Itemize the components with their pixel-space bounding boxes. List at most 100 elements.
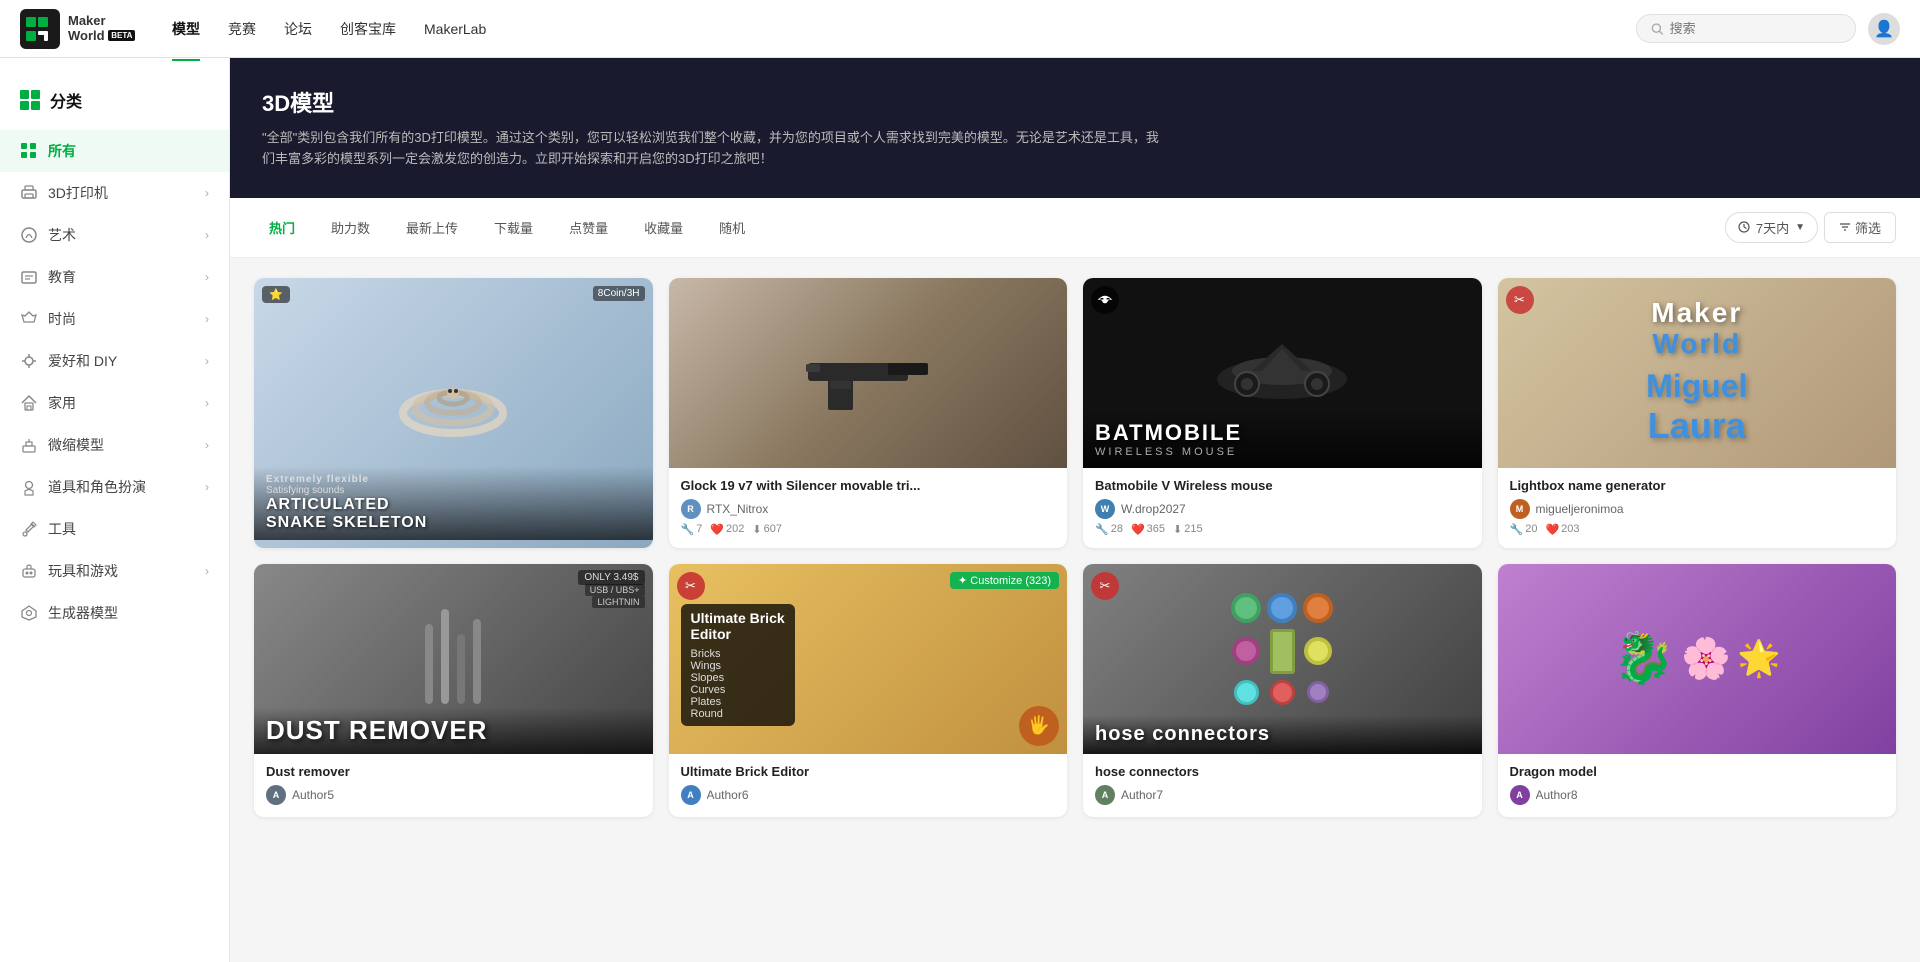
nav-forum[interactable]: 论坛 bbox=[284, 15, 312, 43]
nav-contest[interactable]: 竞赛 bbox=[228, 15, 256, 43]
filter-boost[interactable]: 助力数 bbox=[316, 212, 385, 243]
printer-icon bbox=[20, 184, 38, 202]
card-title-6: Ultimate Brick Editor bbox=[681, 764, 1056, 779]
card-info-5: Dust remover A Author5 bbox=[254, 754, 653, 817]
main-content: 3D模型 "全部"类别包含我们所有的3D打印模型。通过这个类别，您可以轻松浏览我… bbox=[230, 58, 1920, 962]
chevron-right-icon: › bbox=[205, 354, 209, 368]
time-filter-label: 7天内 bbox=[1756, 218, 1789, 237]
search-input[interactable] bbox=[1670, 21, 1841, 36]
card-image-6: ✂ ✦ Customize (323) Ultimate Brick Edito… bbox=[669, 564, 1068, 754]
hearts-stat-4: ❤️ 203 bbox=[1545, 523, 1579, 536]
likes-stat-3: 🔧 28 bbox=[1095, 523, 1123, 536]
time-chevron-icon: ▼ bbox=[1795, 222, 1805, 233]
likes-stat-2: 🔧 7 bbox=[681, 523, 703, 536]
model-card-3[interactable]: BATMOBILE WIRELESS MOUSE bbox=[1083, 278, 1482, 548]
card-meta-4: M migueljeronimoa bbox=[1510, 499, 1885, 519]
filter-random[interactable]: 随机 bbox=[704, 212, 760, 243]
model-grid-container: ⭐ Extremely flexible bbox=[230, 258, 1920, 837]
card-avatar-5: A bbox=[266, 785, 286, 805]
model-card-2[interactable]: Glock 19 v7 with Silencer movable tri...… bbox=[669, 278, 1068, 548]
props-icon bbox=[20, 478, 38, 496]
sidebar-title: 分类 bbox=[0, 78, 229, 122]
chevron-right-icon: › bbox=[205, 312, 209, 326]
model-card-5[interactable]: ONLY 3.49$ USB / UBS+ LIGHTNIN Dust remo… bbox=[254, 564, 653, 817]
sidebar-item-home[interactable]: 家用 › bbox=[0, 382, 229, 424]
nav-creator[interactable]: 创客宝库 bbox=[340, 15, 396, 43]
logo[interactable]: Maker World BETA bbox=[20, 9, 148, 49]
nav-models[interactable]: 模型 bbox=[172, 15, 200, 43]
art-icon bbox=[20, 226, 38, 244]
card-info-3: Batmobile V Wireless mouse W W.drop2027 … bbox=[1083, 468, 1482, 548]
filter-icon bbox=[1839, 221, 1851, 233]
card-image-3: BATMOBILE WIRELESS MOUSE bbox=[1083, 278, 1482, 468]
card-title-3: Batmobile V Wireless mouse bbox=[1095, 478, 1470, 493]
filter-hot[interactable]: 热门 bbox=[254, 212, 310, 243]
home-icon bbox=[20, 394, 38, 412]
filter-favorites[interactable]: 收藏量 bbox=[629, 212, 698, 243]
sidebar-item-props[interactable]: 道具和角色扮演 › bbox=[0, 466, 229, 508]
nav-makerlab[interactable]: MakerLab bbox=[424, 17, 486, 41]
sidebar-item-tools[interactable]: 工具 bbox=[0, 508, 229, 550]
chevron-right-icon: › bbox=[205, 480, 209, 494]
miniature-icon bbox=[20, 436, 38, 454]
sidebar-item-printer[interactable]: 3D打印机 › bbox=[0, 172, 229, 214]
model-grid: ⭐ Extremely flexible bbox=[254, 278, 1896, 817]
sidebar-item-miniature[interactable]: 微缩模型 › bbox=[0, 424, 229, 466]
card-meta-3: W W.drop2027 bbox=[1095, 499, 1470, 519]
time-filter[interactable]: 7天内 ▼ bbox=[1725, 212, 1818, 243]
card-info-4: Lightbox name generator M migueljeronimo… bbox=[1498, 468, 1897, 548]
filter-bar: 热门 助力数 最新上传 下载量 点赞量 收藏量 随机 7天内 ▼ bbox=[230, 198, 1920, 258]
sidebar-item-art[interactable]: 艺术 › bbox=[0, 214, 229, 256]
card-title-7: hose connectors bbox=[1095, 764, 1470, 779]
filter-likes[interactable]: 点赞量 bbox=[554, 212, 623, 243]
filter-button[interactable]: 筛选 bbox=[1824, 212, 1896, 243]
likes-stat-4: 🔧 20 bbox=[1510, 523, 1538, 536]
card-author-4: migueljeronimoa bbox=[1536, 502, 1885, 516]
chevron-right-icon: › bbox=[205, 228, 209, 242]
sidebar-item-fashion[interactable]: 时尚 › bbox=[0, 298, 229, 340]
card-image-7: ✂ hose conne bbox=[1083, 564, 1482, 754]
sidebar-item-education[interactable]: 教育 › bbox=[0, 256, 229, 298]
downloads-stat-3: ⬇ 215 bbox=[1173, 523, 1203, 536]
card-info-6: Ultimate Brick Editor A Author6 bbox=[669, 754, 1068, 817]
card-title-4: Lightbox name generator bbox=[1510, 478, 1885, 493]
card-meta-5: A Author5 bbox=[266, 785, 641, 805]
model-card-8[interactable]: 🐉 🌸 🌟 Dragon model A Author8 bbox=[1498, 564, 1897, 817]
card-image-5: ONLY 3.49$ USB / UBS+ LIGHTNIN Dust remo… bbox=[254, 564, 653, 754]
header: Maker World BETA 模型 竞赛 论坛 创客宝库 MakerLab … bbox=[0, 0, 1920, 58]
banner-title: 3D模型 bbox=[262, 86, 1888, 118]
chevron-right-icon: › bbox=[205, 438, 209, 452]
batmobile-svg bbox=[1202, 329, 1362, 409]
avatar[interactable]: 👤 bbox=[1868, 13, 1900, 45]
card-avatar-4: M bbox=[1510, 499, 1530, 519]
card-image-2 bbox=[669, 278, 1068, 468]
model-card-6[interactable]: ✂ ✦ Customize (323) Ultimate Brick Edito… bbox=[669, 564, 1068, 817]
hearts-stat-3: ❤️ 365 bbox=[1131, 523, 1165, 536]
card-image-4: ✂ Maker World Miguel Laura bbox=[1498, 278, 1897, 468]
model-card-7[interactable]: ✂ hose conne bbox=[1083, 564, 1482, 817]
card-meta-8: A Author8 bbox=[1510, 785, 1885, 805]
card-title-8: Dragon model bbox=[1510, 764, 1885, 779]
filter-downloads[interactable]: 下载量 bbox=[479, 212, 548, 243]
search-bar[interactable] bbox=[1636, 14, 1856, 43]
card-author-5: Author5 bbox=[292, 788, 641, 802]
card-author-2: RTX_Nitrox bbox=[707, 502, 1056, 516]
sidebar-item-all[interactable]: 所有 bbox=[0, 130, 229, 172]
banner-description: "全部"类别包含我们所有的3D打印模型。通过这个类别，您可以轻松浏览我们整个收藏… bbox=[262, 128, 1162, 170]
sidebar-item-hobby[interactable]: 爱好和 DIY › bbox=[0, 340, 229, 382]
model-card-1[interactable]: ⭐ Extremely flexible bbox=[254, 278, 653, 548]
filter-newest[interactable]: 最新上传 bbox=[391, 212, 473, 243]
card-avatar-6: A bbox=[681, 785, 701, 805]
chevron-right-icon: › bbox=[205, 396, 209, 410]
model-card-4[interactable]: ✂ Maker World Miguel Laura Lightbox name… bbox=[1498, 278, 1897, 548]
logo-icon bbox=[20, 9, 60, 49]
hearts-stat-2: ❤️ 202 bbox=[710, 523, 744, 536]
card-title-5: Dust remover bbox=[266, 764, 641, 779]
card-author-8: Author8 bbox=[1536, 788, 1885, 802]
main-nav: 模型 竞赛 论坛 创客宝库 MakerLab bbox=[172, 15, 486, 43]
card-stats-4: 🔧 20 ❤️ 203 bbox=[1510, 523, 1885, 536]
sidebar-item-generator[interactable]: 生成器模型 bbox=[0, 592, 229, 634]
sidebar-item-toys[interactable]: 玩具和游戏 › bbox=[0, 550, 229, 592]
sidebar: 分类 所有 3D打印机 bbox=[0, 58, 230, 962]
logo-text: Maker World BETA bbox=[68, 14, 135, 43]
